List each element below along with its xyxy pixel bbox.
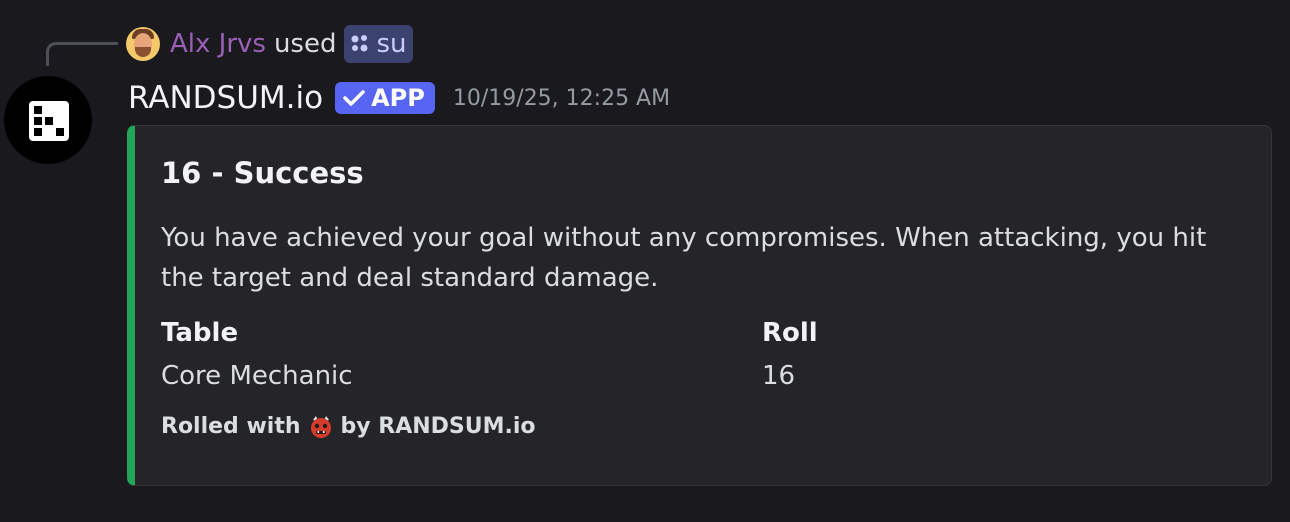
avatar-beard: [135, 47, 151, 57]
embed-field-roll: Roll 16: [762, 314, 818, 398]
reply-spine: [46, 42, 118, 66]
verified-check-icon: [343, 90, 365, 106]
message-timestamp[interactable]: 10/19/25, 12:25 AM: [453, 86, 670, 111]
reply-action-text: used: [273, 29, 337, 59]
embed-field-table: Table Core Mechanic: [161, 314, 353, 398]
footer-suffix: by RANDSUM.io: [340, 414, 536, 439]
command-name: su: [376, 29, 407, 59]
embed-title: 16 - Success: [161, 156, 364, 190]
footer-prefix: Rolled with: [161, 414, 301, 439]
command-mention[interactable]: su: [344, 25, 413, 63]
bot-avatar[interactable]: [4, 76, 92, 164]
app-badge: APP: [335, 82, 435, 114]
reply-username[interactable]: Alx Jrvs: [170, 29, 266, 59]
command-icon: [351, 35, 368, 52]
dice-icon: [29, 101, 69, 141]
field-value: 16: [762, 361, 796, 391]
reply-context: Alx Jrvs used su: [126, 25, 413, 63]
app-badge-label: APP: [371, 84, 425, 112]
author-name[interactable]: RANDSUM.io: [128, 80, 323, 116]
embed-description: You have achieved your goal without any …: [161, 223, 1207, 293]
field-name: Table: [161, 318, 239, 348]
field-name: Roll: [762, 318, 818, 348]
field-value: Core Mechanic: [161, 361, 353, 391]
ogre-icon: [310, 415, 331, 438]
embed-card: 16 - Success You have achieved your goal…: [127, 125, 1272, 486]
message-header: RANDSUM.io APP 10/19/25, 12:25 AM: [128, 78, 670, 118]
user-avatar[interactable]: [126, 27, 160, 61]
embed-footer: Rolled with by RANDSUM.io: [161, 414, 536, 439]
